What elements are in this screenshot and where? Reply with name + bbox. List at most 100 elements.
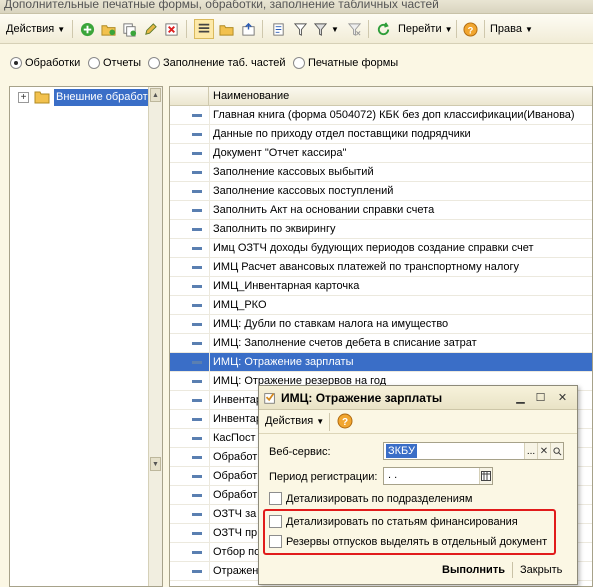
minimize-icon[interactable]: ▁ — [513, 390, 528, 405]
dialog-actions-menu[interactable]: Действия ▼ — [265, 415, 324, 427]
filter-options-button[interactable]: ▼ — [312, 19, 340, 39]
checkbox-box[interactable] — [269, 492, 282, 505]
radio-label: Заполнение таб. частей — [163, 57, 286, 69]
radio-reports[interactable]: Отчеты — [88, 57, 141, 69]
dialog-title-bar: ИМЦ: Отражение зарплаты ▁ ☐ ✕ — [259, 386, 577, 410]
execute-button[interactable]: Выполнить — [442, 564, 505, 576]
radio-indicator — [148, 57, 160, 69]
toolbar-divider — [368, 20, 369, 38]
radio-processing[interactable]: Обработки — [10, 57, 80, 69]
processing-item-icon — [192, 494, 202, 497]
processing-icon — [264, 393, 275, 404]
column-divider — [209, 239, 210, 258]
move-to-group-button[interactable] — [216, 19, 236, 39]
up-level-button[interactable] — [238, 19, 258, 39]
processing-item-icon — [192, 133, 202, 136]
scroll-up-icon[interactable]: ▲ — [150, 88, 161, 102]
column-divider — [209, 144, 210, 163]
list-item[interactable]: Заполнить Акт на основании справки счета — [170, 201, 592, 220]
clear-filter-button[interactable] — [344, 19, 364, 39]
edit-button[interactable] — [140, 19, 160, 39]
list-item[interactable]: Заполнение кассовых поступлений — [170, 182, 592, 201]
list-item-label: Отражен — [213, 565, 259, 577]
add-icon — [80, 22, 94, 36]
list-item-label: Обработ — [213, 489, 258, 501]
list-item-label: Отбор по — [213, 546, 261, 558]
calendar-grid-icon — [481, 471, 491, 481]
list-item[interactable]: ИМЦ: Дубли по ставкам налога на имуществ… — [170, 315, 592, 334]
list-item[interactable]: Документ "Отчет кассира" — [170, 144, 592, 163]
radio-indicator — [293, 57, 305, 69]
list-item-label: Имц ОЗТЧ доходы будующих периодов создан… — [213, 242, 534, 254]
tree-root[interactable]: + Внешние обработки — [10, 89, 162, 106]
column-divider — [209, 334, 210, 353]
list-item-label: Заполнение кассовых выбытий — [213, 166, 374, 178]
list-item[interactable]: Данные по приходу отдел поставщики подря… — [170, 125, 592, 144]
filter-button[interactable] — [290, 19, 310, 39]
dialog-help-button[interactable]: ? — [337, 413, 353, 432]
list-item[interactable]: Заполнение кассовых выбытий — [170, 163, 592, 182]
column-divider — [209, 315, 210, 334]
find-button[interactable] — [268, 19, 288, 39]
column-divider — [209, 296, 210, 315]
list-item[interactable]: ИМЦ Расчет авансовых платежей по транспо… — [170, 258, 592, 277]
search-icon[interactable] — [550, 443, 563, 459]
clear-icon[interactable]: ✕ — [537, 443, 550, 459]
calendar-icon[interactable] — [479, 468, 492, 484]
radio-print-forms[interactable]: Печатные формы — [293, 57, 398, 69]
expand-icon[interactable]: + — [18, 92, 29, 103]
chevron-down-icon: ▼ — [331, 24, 339, 34]
processing-item-icon — [192, 323, 202, 326]
copy-button[interactable] — [119, 19, 139, 39]
tree-scrollbar[interactable]: ▲ ▼ — [148, 87, 162, 586]
web-service-field[interactable]: ЗКБУ ... ✕ — [383, 442, 564, 460]
delete-button[interactable] — [161, 19, 181, 39]
refresh-button[interactable] — [373, 19, 393, 39]
scroll-down-icon[interactable]: ▼ — [150, 457, 161, 471]
column-divider — [209, 467, 210, 486]
dialog-title: ИМЦ: Отражение зарплаты — [281, 391, 443, 405]
icon-column-header[interactable] — [170, 87, 209, 106]
radio-label: Обработки — [25, 57, 81, 69]
select-button[interactable]: ... — [524, 443, 537, 459]
list-item[interactable]: ИМЦ: Отражение зарплаты — [170, 353, 592, 372]
add-button[interactable] — [77, 19, 97, 39]
filter-settings-icon — [313, 22, 328, 36]
rights-menu[interactable]: Права ▼ — [490, 19, 533, 39]
processing-item-icon — [192, 209, 202, 212]
help-icon: ? — [462, 21, 478, 37]
list-item[interactable]: ИМЦ_РКО — [170, 296, 592, 315]
help-button[interactable]: ? — [460, 19, 480, 39]
processing-item-icon — [192, 380, 202, 383]
processing-item-icon — [192, 532, 202, 535]
list-item[interactable]: Имц ОЗТЧ доходы будующих периодов создан… — [170, 239, 592, 258]
dialog-toolbar: Действия ▼ ? — [259, 410, 577, 434]
close-icon[interactable]: ✕ — [555, 390, 570, 405]
chevron-down-icon: ▼ — [524, 25, 533, 34]
list-item-label: Данные по приходу отдел поставщики подря… — [213, 128, 471, 140]
period-value: . . — [388, 469, 398, 481]
checkbox-subdivisions[interactable]: Детализировать по подразделениям — [269, 492, 472, 505]
toolbar-divider — [72, 20, 73, 38]
list-item[interactable]: Главная книга (форма 0504072) КБК без до… — [170, 106, 592, 125]
list-item-label: Инвентар — [213, 394, 263, 406]
go-menu[interactable]: Перейти ▼ — [398, 19, 453, 39]
processing-item-icon — [192, 418, 202, 421]
list-item-label: КасПост — [213, 432, 256, 444]
processing-item-icon — [192, 342, 202, 345]
actions-menu[interactable]: Действия ▼ — [6, 19, 65, 39]
add-group-button[interactable] — [98, 19, 118, 39]
hierarchy-view-button[interactable] — [194, 19, 214, 39]
list-item-label: ИМЦ: Отражение зарплаты — [213, 356, 354, 368]
close-button[interactable]: Закрыть — [520, 564, 562, 576]
period-field[interactable]: . . — [383, 467, 493, 485]
list-item[interactable]: ИМЦ_Инвентарная карточка — [170, 277, 592, 296]
list-item[interactable]: ИМЦ: Заполнение счетов дебета в списание… — [170, 334, 592, 353]
radio-table-filling[interactable]: Заполнение таб. частей — [148, 57, 286, 69]
list-item[interactable]: Заполнить по эквирингу — [170, 220, 592, 239]
processing-item-icon — [192, 475, 202, 478]
list-item-label: ОЗТЧ пр — [213, 527, 258, 539]
maximize-icon[interactable]: ☐ — [533, 390, 548, 405]
svg-text:?: ? — [467, 25, 473, 35]
name-column-header[interactable]: Наименование — [213, 90, 289, 102]
